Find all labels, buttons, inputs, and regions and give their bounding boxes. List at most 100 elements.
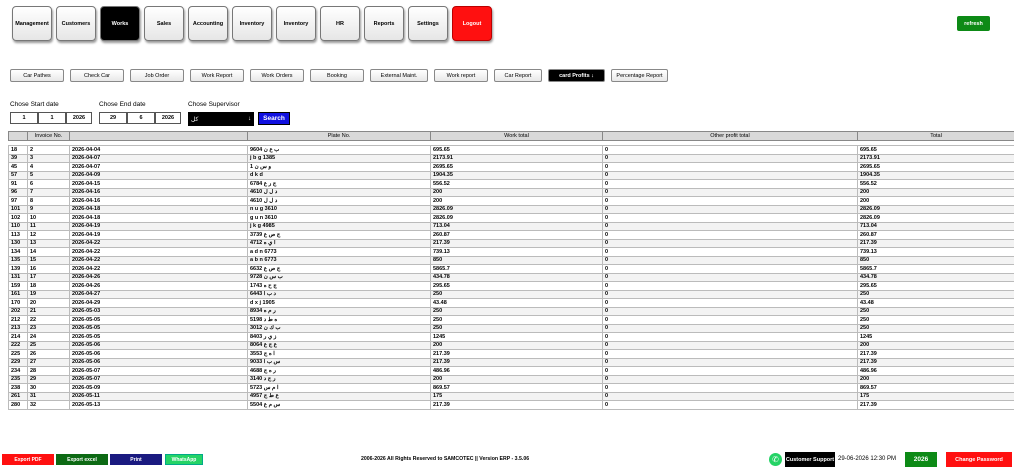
table-row[interactable]: 134 14 2026-04-22 a d n 6773 739.13 0 739.13 xyxy=(8,247,1014,257)
refresh-button[interactable]: refresh xyxy=(957,16,990,31)
start-day-field[interactable]: 1 xyxy=(10,112,38,124)
table-row[interactable]: 39 3 2026-04-07 j b g 1385 2173.91 0 2173.91 xyxy=(8,153,1014,163)
table-cell: 2026-04-29 xyxy=(69,298,248,308)
change-password-button[interactable]: Change Password xyxy=(946,452,1012,467)
nav-hr[interactable]: HR xyxy=(320,6,360,41)
end-month-field[interactable]: 6 xyxy=(127,112,155,124)
column-header-plate[interactable]: Plate No. xyxy=(247,131,431,141)
subnav-booking[interactable]: Booking xyxy=(310,69,364,82)
nav-accounting[interactable]: Accounting xyxy=(188,6,228,41)
column-header-date[interactable] xyxy=(69,131,248,141)
table-row[interactable]: 110 11 2026-04-19 j k g 4985 713.04 0 713.04 xyxy=(8,221,1014,231)
table-row[interactable]: 57 5 2026-04-09 d k d 1904.35 0 1904.35 xyxy=(8,170,1014,180)
table-cell: 19 xyxy=(27,289,70,299)
subnav-car-report[interactable]: Car Report xyxy=(494,69,542,82)
export-pdf-button[interactable]: Export PDF xyxy=(2,454,54,465)
table-cell: 2026-04-09 xyxy=(69,170,248,180)
start-month-field[interactable]: 1 xyxy=(38,112,66,124)
subnav-work-orders[interactable]: Work Orders xyxy=(250,69,304,82)
table-row[interactable]: 280 32 2026-05-13 5504 س م ع 217.39 0 217.39 xyxy=(8,400,1014,410)
supervisor-select[interactable]: كل ↓ xyxy=(188,112,254,126)
end-day-field[interactable]: 29 xyxy=(99,112,127,124)
table-row[interactable]: 113 12 2026-04-19 3739 ج ص ع 260.87 0 260.87 xyxy=(8,230,1014,240)
table-cell: 1743 ج ح ه xyxy=(247,281,431,291)
subnav-external-maint[interactable]: External Maint. xyxy=(370,69,428,82)
table-row[interactable]: 261 31 2026-05-11 4957 ع ط ج 175 0 175 xyxy=(8,391,1014,401)
table-cell: 2026-04-26 xyxy=(69,281,248,291)
table-row[interactable]: 229 27 2026-05-06 9033 س ب ا 217.39 0 217.39 xyxy=(8,357,1014,367)
table-header: Invoice No. Plate No. Work total Other p… xyxy=(8,131,1014,141)
nav-reports[interactable]: Reports xyxy=(364,6,404,41)
table-row[interactable]: 213 23 2026-05-05 3012 ب ك ن 250 0 250 xyxy=(8,323,1014,333)
subnav-car-pathes[interactable]: Car Pathes xyxy=(10,69,64,82)
table-row[interactable]: 135 15 2026-04-22 a b n 6773 850 0 850 xyxy=(8,255,1014,265)
table-cell: 3553 ا ه ج xyxy=(247,349,431,359)
nav-customers[interactable]: Customers xyxy=(56,6,96,41)
nav-works[interactable]: Works xyxy=(100,6,140,41)
table-row[interactable]: 18 2 2026-04-04 9604 ب ع ن 695.65 0 695.65 xyxy=(8,145,1014,155)
table-cell: 175 xyxy=(430,391,603,401)
table-row[interactable]: 238 30 2026-05-09 5723 ا م س 869.57 0 869.57 xyxy=(8,383,1014,393)
whatsapp-icon[interactable]: ✆ xyxy=(769,453,782,466)
table-cell: 20 xyxy=(27,298,70,308)
table-row[interactable]: 45 4 2026-04-07 و س ن 1 2695.65 0 2695.65 xyxy=(8,162,1014,172)
column-header-invoice[interactable]: Invoice No. xyxy=(27,131,70,141)
search-button[interactable]: Search xyxy=(258,112,290,125)
profits-table: Invoice No. Plate No. Work total Other p… xyxy=(8,131,1014,451)
table-row[interactable]: 222 25 2026-05-06 8064 ع ج ع 200 0 200 xyxy=(8,340,1014,350)
column-header-total[interactable]: Total xyxy=(857,131,1014,141)
table-cell: 695.65 xyxy=(430,145,603,155)
table-row[interactable]: 161 19 2026-04-27 6443 د ب ا 250 0 250 xyxy=(8,289,1014,299)
whatsapp-button[interactable]: WhatsApp xyxy=(165,454,203,465)
table-cell: 4610 د ل ل xyxy=(247,187,431,197)
subnav-work-report[interactable]: Work Report xyxy=(190,69,244,82)
table-row[interactable]: 202 21 2026-05-03 8934 ر م ه 250 0 250 xyxy=(8,306,1014,316)
table-row[interactable]: 214 24 2026-05-05 8403 ز ي ر 1245 0 1245 xyxy=(8,332,1014,342)
table-cell: 9728 ب س ن xyxy=(247,272,431,282)
table-row[interactable]: 102 10 2026-04-18 g u n 3610 2826.09 0 2826.09 xyxy=(8,213,1014,223)
table-row[interactable]: 225 26 2026-05-06 3553 ا ه ج 217.39 0 217.39 xyxy=(8,349,1014,359)
table-row[interactable]: 159 18 2026-04-26 1743 ج ح ه 295.65 0 295.65 xyxy=(8,281,1014,291)
table-cell: a b n 6773 xyxy=(247,255,431,265)
table-cell: 0 xyxy=(602,374,858,384)
table-row[interactable]: 234 28 2026-05-07 4688 ر ه ج 486.96 0 486.96 xyxy=(8,366,1014,376)
start-year-field[interactable]: 2026 xyxy=(66,112,92,124)
table-cell: 200 xyxy=(430,187,603,197)
nav-management[interactable]: Management xyxy=(12,6,52,41)
table-row[interactable]: 91 6 2026-04-15 6784 ج ر ع 556.52 0 556.52 xyxy=(8,179,1014,189)
table-row[interactable]: 131 17 2026-04-26 9728 ب س ن 434.78 0 434.78 xyxy=(8,272,1014,282)
column-header-work-total[interactable]: Work total xyxy=(430,131,603,141)
table-row[interactable]: 212 22 2026-05-05 5198 ه ط د 250 0 250 xyxy=(8,315,1014,325)
subnav-percentage-report[interactable]: Percentage Report xyxy=(611,69,668,82)
table-cell: 26 xyxy=(27,349,70,359)
customer-support-button[interactable]: Customer Support xyxy=(785,452,835,467)
table-row[interactable]: 97 8 2026-04-16 4610 د ل ل 200 0 200 xyxy=(8,196,1014,206)
table-row[interactable]: 170 20 2026-04-29 d x j 1905 43.48 0 43.48 xyxy=(8,298,1014,308)
table-row[interactable]: 101 9 2026-04-18 n u g 3610 2826.09 0 2826.09 xyxy=(8,204,1014,214)
table-row[interactable]: 130 13 2026-04-22 4712 ا ي ه 217.39 0 217.39 xyxy=(8,238,1014,248)
nav-settings[interactable]: Settings xyxy=(408,6,448,41)
year-badge[interactable]: 2026 xyxy=(905,452,937,467)
table-cell: 139 xyxy=(8,264,28,274)
column-header-other-profit[interactable]: Other profit total xyxy=(602,131,858,141)
table-row[interactable]: 235 29 2026-05-07 3140 ر ج د 200 0 200 xyxy=(8,374,1014,384)
table-cell: 0 xyxy=(602,238,858,248)
table-cell: n u g 3610 xyxy=(247,204,431,214)
table-cell: 2173.91 xyxy=(857,153,1014,163)
end-date-picker: 29 6 2026 xyxy=(99,112,181,124)
subnav-check-car[interactable]: Check Car xyxy=(70,69,124,82)
export-excel-button[interactable]: Export excel xyxy=(56,454,108,465)
end-year-field[interactable]: 2026 xyxy=(155,112,181,124)
nav-inventory[interactable]: Inventory xyxy=(232,6,272,41)
table-row[interactable]: 96 7 2026-04-16 4610 د ل ل 200 0 200 xyxy=(8,187,1014,197)
column-header-id[interactable] xyxy=(8,131,28,141)
subnav-card-profits[interactable]: card Profits ↓ xyxy=(548,69,605,82)
nav-inventory-2[interactable]: Inventory xyxy=(276,6,316,41)
subnav-work-report-2[interactable]: Work report xyxy=(434,69,488,82)
print-button[interactable]: Print xyxy=(110,454,162,465)
table-row[interactable]: 139 16 2026-04-22 6632 ج ص ع 5865.7 0 5865.7 xyxy=(8,264,1014,274)
nav-sales[interactable]: Sales xyxy=(144,6,184,41)
logout-button[interactable]: Logout xyxy=(452,6,492,41)
table-cell: 295.65 xyxy=(430,281,603,291)
subnav-job-order[interactable]: Job Order xyxy=(130,69,184,82)
